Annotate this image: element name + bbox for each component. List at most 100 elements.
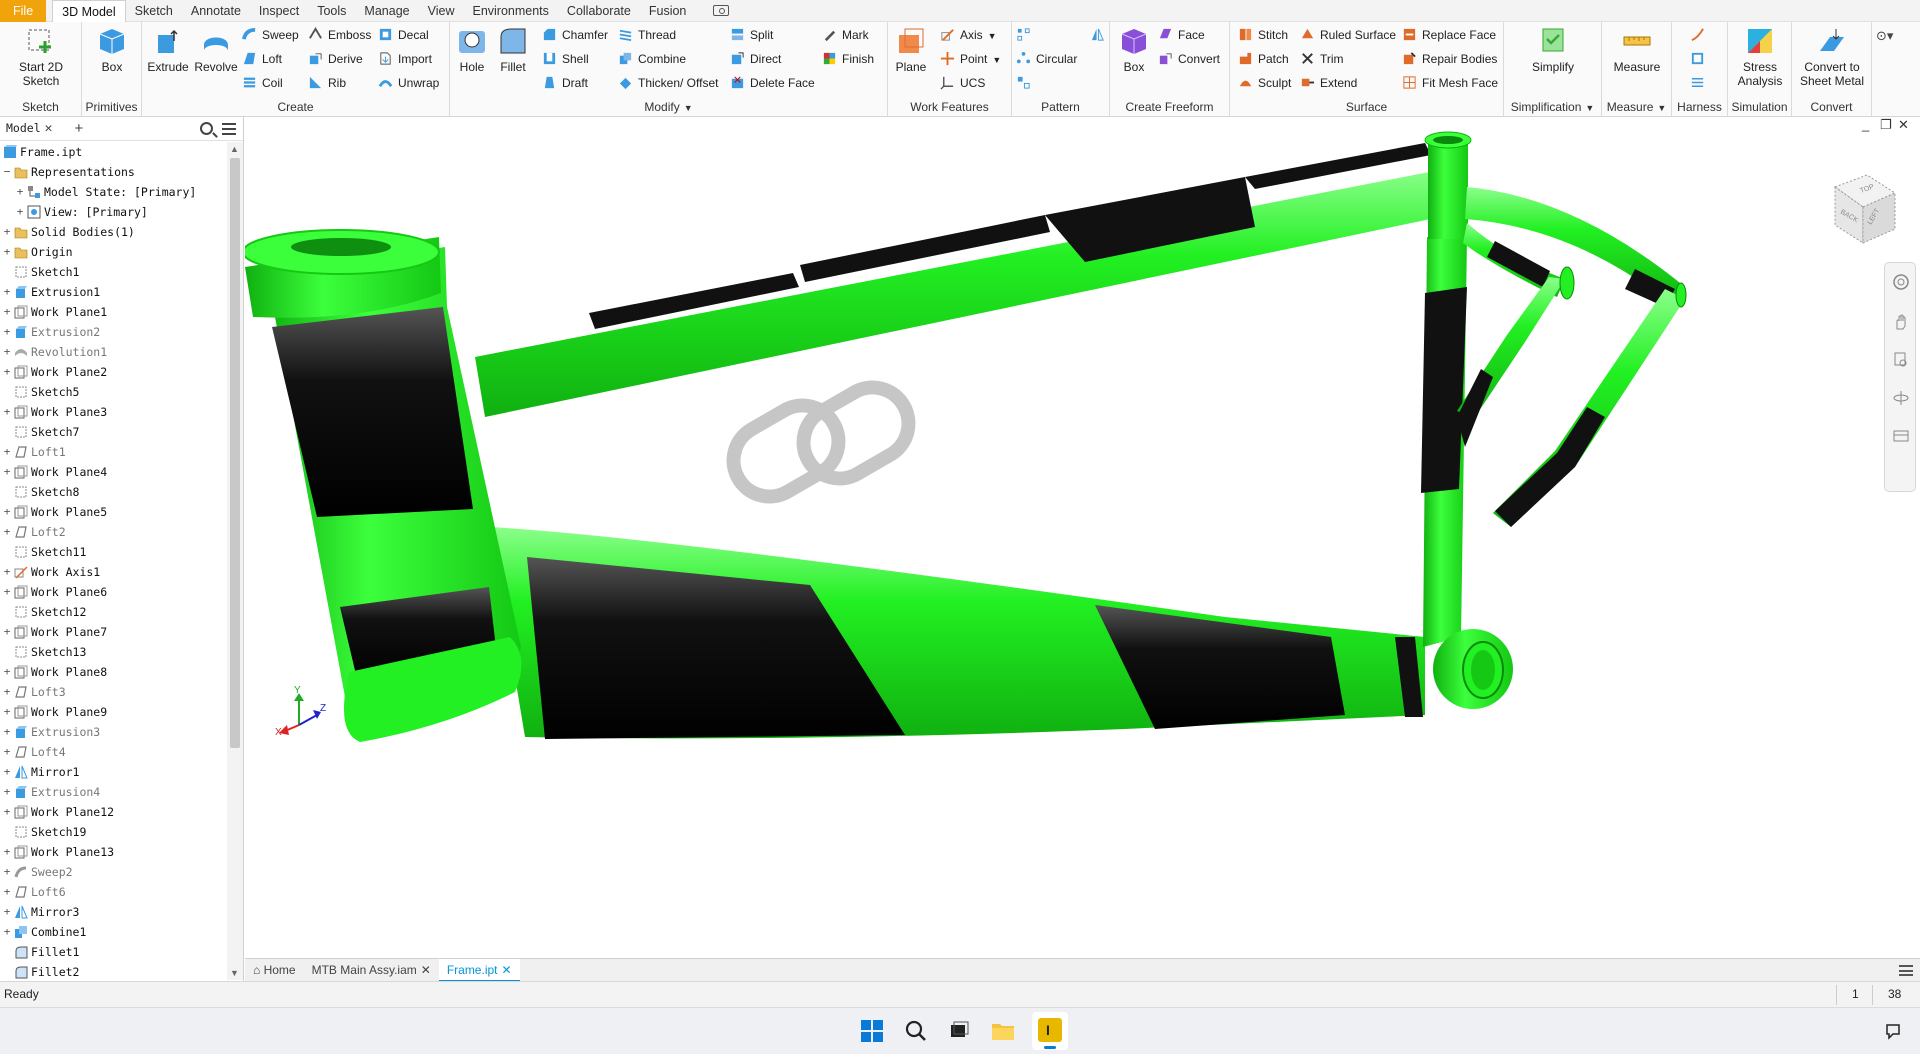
start-2d-sketch-button[interactable]: Start 2D Sketch — [4, 25, 78, 88]
simplification-panel-label[interactable]: Simplification ▼ — [1504, 100, 1601, 114]
expand-icon[interactable]: + — [2, 682, 12, 702]
file-explorer-icon[interactable] — [990, 1018, 1016, 1044]
draft-button[interactable]: Draft — [542, 73, 588, 93]
expand-icon[interactable]: + — [2, 842, 12, 862]
browser-node-model-state-primary[interactable]: + Model State: [Primary] — [0, 182, 228, 202]
browser-node-sketch19[interactable]: Sketch19 — [0, 822, 228, 842]
measure-panel-label[interactable]: Measure ▼ — [1602, 100, 1671, 114]
harness-tool-3-button[interactable] — [1690, 73, 1710, 93]
circular-pattern-button[interactable]: Circular — [1016, 49, 1077, 69]
expand-icon[interactable]: + — [2, 562, 12, 582]
browser-node-sketch12[interactable]: Sketch12 — [0, 602, 228, 622]
expand-icon[interactable]: + — [2, 322, 12, 342]
browser-node-sketch5[interactable]: Sketch5 — [0, 382, 228, 402]
browser-scrollbar[interactable]: ▲ ▼ — [227, 142, 243, 980]
menu-tab-sketch[interactable]: Sketch — [126, 0, 182, 22]
browser-node-work-plane3[interactable]: + Work Plane3 — [0, 402, 228, 422]
expand-icon[interactable]: + — [2, 442, 12, 462]
expand-icon[interactable]: + — [15, 182, 25, 202]
browser-node-work-plane12[interactable]: + Work Plane12 — [0, 802, 228, 822]
browser-node-fillet2[interactable]: Fillet2 — [0, 962, 228, 980]
expand-icon[interactable]: + — [2, 702, 12, 722]
sketch-pattern-button[interactable] — [1016, 73, 1036, 93]
browser-node-work-plane8[interactable]: + Work Plane8 — [0, 662, 228, 682]
menu-tab-tools[interactable]: Tools — [308, 0, 355, 22]
orbit-icon[interactable] — [1892, 389, 1910, 407]
stress-analysis-button[interactable]: Stress Analysis — [1730, 25, 1790, 88]
loft-button[interactable]: Loft — [242, 49, 282, 69]
expand-icon[interactable]: + — [15, 202, 25, 222]
ruled-surface-button[interactable]: Ruled Surface — [1300, 25, 1396, 45]
taskbar-active-app[interactable]: I — [1032, 1012, 1068, 1050]
direct-button[interactable]: Direct — [730, 49, 781, 69]
expand-icon[interactable]: + — [2, 762, 12, 782]
browser-node-extrusion3[interactable]: + Extrusion3 — [0, 722, 228, 742]
convert-to-sheet-metal-button[interactable]: Convert to Sheet Metal — [1794, 25, 1870, 88]
menu-tab-view[interactable]: View — [419, 0, 464, 22]
expand-icon[interactable]: + — [2, 722, 12, 742]
expand-icon[interactable]: + — [2, 282, 12, 302]
close-icon[interactable]: ✕ — [502, 963, 512, 977]
freeform-face-button[interactable]: Face — [1158, 25, 1205, 45]
coil-button[interactable]: Coil — [242, 73, 283, 93]
emboss-button[interactable]: Emboss — [308, 25, 371, 45]
browser-node-origin[interactable]: + Origin — [0, 242, 228, 262]
browser-node-loft1[interactable]: + Loft1 — [0, 442, 228, 462]
extend-button[interactable]: Extend — [1300, 73, 1357, 93]
simplify-button[interactable]: Simplify — [1508, 25, 1598, 74]
pan-icon[interactable] — [1892, 313, 1910, 331]
expand-icon[interactable]: + — [2, 662, 12, 682]
rib-button[interactable]: Rib — [308, 73, 346, 93]
freeform-convert-button[interactable]: Convert — [1158, 49, 1220, 69]
menu-tab-file[interactable]: File — [0, 0, 47, 22]
document-tab-frame-ipt[interactable]: Frame.ipt ✕ — [438, 958, 520, 982]
scroll-down-icon[interactable]: ▼ — [230, 968, 239, 978]
copilot-tray-icon[interactable] — [1884, 1022, 1902, 1040]
thicken-offset-button[interactable]: Thicken/ Offset — [618, 73, 718, 93]
expand-icon[interactable]: + — [2, 862, 12, 882]
fit-mesh-face-button[interactable]: Fit Mesh Face — [1402, 73, 1498, 93]
browser-node-work-plane6[interactable]: + Work Plane6 — [0, 582, 228, 602]
browser-node-work-plane9[interactable]: + Work Plane9 — [0, 702, 228, 722]
thread-button[interactable]: Thread — [618, 25, 676, 45]
split-button[interactable]: Split — [730, 25, 773, 45]
document-menu-icon[interactable] — [1899, 965, 1913, 976]
browser-node-work-plane13[interactable]: + Work Plane13 — [0, 842, 228, 862]
browser-node-loft3[interactable]: + Loft3 — [0, 682, 228, 702]
menu-tab-collaborate[interactable]: Collaborate — [558, 0, 640, 22]
expand-icon[interactable]: + — [2, 342, 12, 362]
ribbon-options-button[interactable]: ⊙▾ — [1876, 28, 1893, 44]
expand-icon[interactable]: + — [2, 582, 12, 602]
browser-node-work-plane7[interactable]: + Work Plane7 — [0, 622, 228, 642]
browser-node-sketch13[interactable]: Sketch13 — [0, 642, 228, 662]
hole-button[interactable]: Hole — [452, 25, 492, 74]
revolve-button[interactable]: Revolve — [192, 25, 240, 74]
expand-icon[interactable]: + — [2, 222, 12, 242]
import-button[interactable]: Import — [378, 49, 432, 69]
expand-icon[interactable]: + — [2, 522, 12, 542]
rectangular-pattern-button[interactable] — [1016, 25, 1036, 45]
decal-button[interactable]: Decal — [378, 25, 429, 45]
mirror-button[interactable] — [1090, 25, 1110, 45]
browser-node-sketch7[interactable]: Sketch7 — [0, 422, 228, 442]
expand-icon[interactable]: + — [2, 362, 12, 382]
browser-menu-icon[interactable] — [222, 123, 236, 135]
browser-node-extrusion4[interactable]: + Extrusion4 — [0, 782, 228, 802]
replace-face-button[interactable]: Replace Face — [1402, 25, 1496, 45]
browser-node-extrusion1[interactable]: + Extrusion1 — [0, 282, 228, 302]
chamfer-button[interactable]: Chamfer — [542, 25, 608, 45]
bike-frame-model[interactable] — [245, 117, 1920, 958]
finish-button[interactable]: Finish — [822, 49, 874, 69]
close-icon[interactable]: ✕ — [45, 121, 53, 136]
browser-node-view-primary[interactable]: + View: [Primary] — [0, 202, 228, 222]
expand-icon[interactable]: + — [2, 782, 12, 802]
expand-icon[interactable]: + — [2, 302, 12, 322]
ucs-button[interactable]: UCS — [940, 73, 985, 93]
graphics-viewport[interactable]: _ ❐ ✕ TOP BACK LEFT Y X Z — [245, 117, 1920, 958]
patch-button[interactable]: Patch — [1238, 49, 1289, 69]
collapse-icon[interactable]: − — [2, 162, 12, 182]
steering-wheel-icon[interactable] — [1892, 273, 1910, 291]
menu-tab-inspect[interactable]: Inspect — [250, 0, 308, 22]
browser-node-sweep2[interactable]: + Sweep2 — [0, 862, 228, 882]
document-tab-mtb-main-assy-iam[interactable]: MTB Main Assy.iam ✕ — [304, 959, 439, 982]
